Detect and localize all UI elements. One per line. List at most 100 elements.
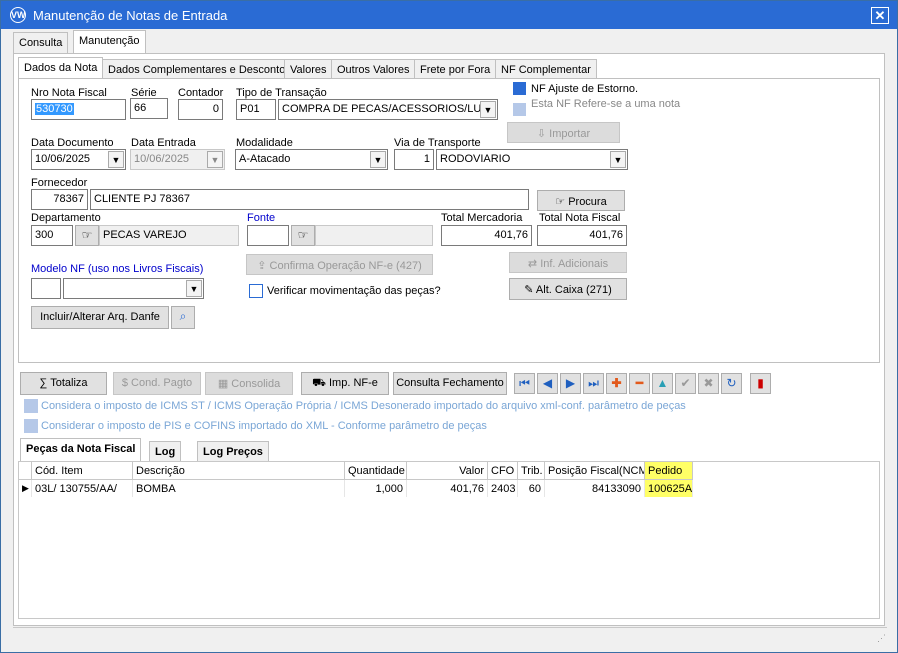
- confirm-record-icon[interactable]: ✔: [675, 373, 696, 394]
- serie-field[interactable]: 66: [130, 98, 168, 119]
- consolida-button[interactable]: ▦ Consolida: [205, 372, 293, 395]
- via-dropdown[interactable]: RODOVIARIO ▼: [436, 149, 628, 170]
- search-icon[interactable]: ⌕: [171, 306, 195, 329]
- consulta-fechamento-button[interactable]: Consulta Fechamento: [393, 372, 507, 395]
- close-icon[interactable]: ✕: [871, 7, 889, 24]
- col-descricao[interactable]: Descrição: [133, 462, 345, 480]
- tab-dados-complementares[interactable]: Dados Complementares e Desconto: [102, 59, 292, 80]
- exit-door-icon[interactable]: ▮: [750, 373, 771, 394]
- considera-pis-checkbox[interactable]: [24, 419, 38, 433]
- totaliza-label: Totaliza: [50, 377, 88, 389]
- tab-valores[interactable]: Valores: [284, 59, 333, 80]
- estorno-label: NF Ajuste de Estorno.: [531, 83, 638, 95]
- fonte-nome-field: [315, 225, 433, 246]
- delete-record-icon[interactable]: ━: [629, 373, 650, 394]
- via-value: RODOVIARIO: [440, 153, 511, 165]
- tab-outros-valores[interactable]: Outros Valores: [331, 59, 416, 80]
- modalidade-value: A-Atacado: [239, 153, 291, 165]
- calendar-dropdown-icon: ▼: [207, 151, 223, 168]
- fornecedor-code-field[interactable]: 78367: [31, 189, 88, 210]
- cash-register-icon: ✎: [524, 284, 536, 296]
- col-quantidade[interactable]: Quantidade: [345, 462, 407, 480]
- tipo-code-field[interactable]: P01: [236, 99, 276, 120]
- modelo-code-field[interactable]: [31, 278, 61, 299]
- modelo-dropdown[interactable]: ▼: [63, 278, 204, 299]
- tab-dados-da-nota[interactable]: Dados da Nota: [18, 57, 104, 80]
- cell-quantidade: 1,000: [345, 480, 407, 497]
- chevron-down-icon: ▼: [370, 151, 386, 168]
- fonte-code-field[interactable]: [247, 225, 289, 246]
- total-merc-label: Total Mercadoria: [441, 212, 523, 224]
- tab-pecas-nota[interactable]: Peças da Nota Fiscal: [20, 438, 142, 461]
- via-label: Via de Transporte: [394, 137, 481, 149]
- procura-button[interactable]: ☞ Procura: [537, 190, 625, 211]
- total-nf-label: Total Nota Fiscal: [539, 212, 621, 224]
- tab-log[interactable]: Log: [149, 441, 182, 462]
- title-bar: VW Manutenção de Notas de Entrada ✕: [1, 1, 897, 29]
- nro-field[interactable]: 530730: [31, 99, 126, 120]
- departamento-code-field[interactable]: 300: [31, 225, 73, 246]
- imp-nfe-label: Imp. NF-e: [329, 377, 378, 389]
- inf-adicionais-button[interactable]: ⇄ Inf. Adicionais: [509, 252, 627, 273]
- imp-nfe-button[interactable]: ⛟ Imp. NF-e: [301, 372, 389, 395]
- fornecedor-nome-field[interactable]: CLIENTE PJ 78367: [90, 189, 529, 210]
- last-record-icon[interactable]: ⏭: [583, 373, 604, 394]
- window-title: Manutenção de Notas de Entrada: [33, 8, 228, 23]
- fonte-lookup-button[interactable]: ☞: [291, 225, 315, 246]
- col-valor[interactable]: Valor: [407, 462, 488, 480]
- col-trib[interactable]: Trib.: [518, 462, 545, 480]
- col-pedido[interactable]: Pedido: [645, 462, 693, 480]
- row-pointer-icon: ▶: [19, 480, 32, 497]
- resize-grip-icon[interactable]: ⋰: [877, 633, 887, 643]
- fornecedor-label: Fornecedor: [31, 177, 88, 189]
- tab-log-precos[interactable]: Log Preços: [197, 441, 269, 462]
- tab-manutencao[interactable]: Manutenção: [73, 30, 146, 53]
- data-doc-field[interactable]: 10/06/2025 ▼: [31, 149, 126, 170]
- refere-checkbox[interactable]: [513, 103, 526, 116]
- pecas-grid: Cód. Item Descrição Quantidade Valor CFO…: [18, 461, 880, 619]
- tab-nf-complementar[interactable]: NF Complementar: [495, 59, 597, 80]
- refresh-icon[interactable]: ↻: [721, 373, 742, 394]
- hand-pointer-icon: ☞: [555, 196, 569, 208]
- chevron-down-icon: ▼: [480, 101, 496, 118]
- col-cfo[interactable]: CFO: [488, 462, 518, 480]
- col-posicao-fiscal[interactable]: Posição Fiscal(NCM): [545, 462, 645, 480]
- cancel-record-icon[interactable]: ✖: [698, 373, 719, 394]
- importar-button[interactable]: ⇩ Importar: [507, 122, 620, 143]
- cond-pagto-button[interactable]: $ Cond. Pagto: [113, 372, 201, 395]
- departamento-lookup-button[interactable]: ☞: [75, 225, 99, 246]
- data-ent-value: 10/06/2025: [134, 153, 190, 165]
- departamento-label: Departamento: [31, 212, 101, 224]
- verificar-label: Verificar movimentação das peças?: [267, 285, 441, 297]
- estorno-checkbox[interactable]: [513, 82, 526, 95]
- total-merc-field: 401,76: [441, 225, 532, 246]
- chevron-down-icon: ▼: [186, 280, 202, 297]
- totaliza-button[interactable]: ∑ Totaliza: [20, 372, 107, 395]
- data-ent-field[interactable]: 10/06/2025 ▼: [130, 149, 225, 170]
- col-cod-item[interactable]: Cód. Item: [32, 462, 133, 480]
- tab-consulta[interactable]: Consulta: [13, 32, 69, 53]
- previous-record-icon[interactable]: ◀: [537, 373, 558, 394]
- first-record-icon[interactable]: ⏮: [514, 373, 535, 394]
- verificar-checkbox[interactable]: [249, 284, 263, 298]
- import-nfe-icon: ⛟: [312, 377, 329, 389]
- considera-icms-checkbox[interactable]: [24, 399, 38, 413]
- consolidate-icon: ▦: [217, 378, 232, 390]
- confirma-nfe-button[interactable]: ⇪ Confirma Operação NF-e (427): [246, 254, 433, 275]
- next-record-icon[interactable]: ▶: [560, 373, 581, 394]
- data-doc-label: Data Documento: [31, 137, 114, 149]
- modalidade-dropdown[interactable]: A-Atacado ▼: [235, 149, 388, 170]
- alt-caixa-button[interactable]: ✎ Alt. Caixa (271): [509, 278, 627, 300]
- contador-field[interactable]: 0: [178, 99, 223, 120]
- add-record-icon[interactable]: ✚: [606, 373, 627, 394]
- edit-record-icon[interactable]: ▲: [652, 373, 673, 394]
- tipo-dropdown[interactable]: COMPRA DE PECAS/ACESSORIOS/LUBRI ▼: [278, 99, 498, 120]
- cell-pedido: 100625A: [645, 480, 693, 497]
- total-nf-field: 401,76: [537, 225, 627, 246]
- tab-frete-por-fora[interactable]: Frete por Fora: [414, 59, 497, 80]
- incluir-danfe-button[interactable]: Incluir/Alterar Arq. Danfe: [31, 306, 169, 329]
- data-doc-value: 10/06/2025: [35, 153, 91, 165]
- calendar-dropdown-icon: ▼: [108, 151, 124, 168]
- cell-valor: 401,76: [407, 480, 488, 497]
- via-code-field[interactable]: 1: [394, 149, 434, 170]
